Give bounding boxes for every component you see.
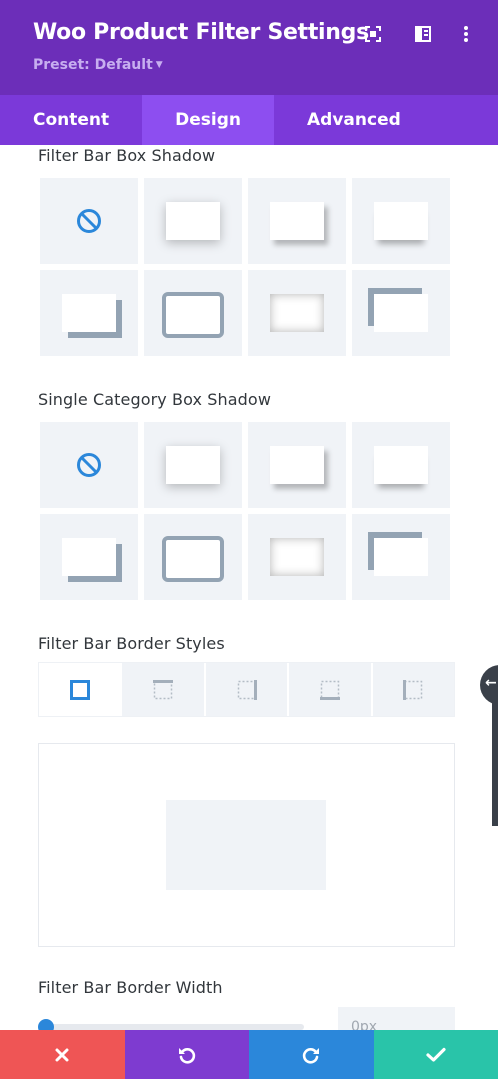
settings-panel: Filter Bar Box Shadow Single Category Bo… — [0, 145, 498, 1030]
border-right-icon — [237, 679, 257, 700]
shadow-option-4[interactable] — [40, 514, 138, 600]
shadow-option-5[interactable] — [144, 514, 242, 600]
border-preview-box — [166, 800, 326, 890]
save-button[interactable] — [373, 1030, 498, 1079]
tab-advanced[interactable]: Advanced — [274, 95, 434, 145]
preset-label: Preset: Default — [33, 57, 153, 73]
border-all-icon — [69, 679, 90, 700]
shadow-option-3[interactable] — [352, 422, 450, 508]
close-icon — [55, 1048, 69, 1061]
shadow-option-2[interactable] — [248, 178, 346, 264]
shadow-option-1[interactable] — [144, 422, 242, 508]
redo-icon — [303, 1047, 320, 1064]
border-width-slider-handle[interactable] — [38, 1019, 54, 1030]
shadow-option-3[interactable] — [352, 178, 450, 264]
border-width-input[interactable] — [338, 1007, 455, 1030]
split-view-icon[interactable] — [414, 25, 432, 43]
check-icon — [426, 1047, 446, 1062]
tab-content[interactable]: Content — [0, 95, 142, 145]
filter-bar-box-shadow-options — [40, 178, 452, 356]
scrollbar[interactable] — [492, 700, 498, 826]
preset-selector[interactable]: Preset: Default ▼ — [33, 57, 163, 73]
more-options-icon[interactable] — [457, 25, 475, 43]
action-footer — [0, 1030, 498, 1079]
no-shadow-icon — [77, 453, 101, 477]
panel-resize-handle[interactable]: ← — [480, 665, 498, 705]
shadow-option-4[interactable] — [40, 270, 138, 356]
single-category-box-shadow-options — [40, 422, 452, 600]
shadow-option-2[interactable] — [248, 422, 346, 508]
caret-down-icon: ▼ — [155, 60, 163, 70]
undo-button[interactable] — [124, 1030, 249, 1079]
single-category-box-shadow-label: Single Category Box Shadow — [38, 390, 272, 409]
filter-bar-border-width-label: Filter Bar Border Width — [38, 978, 223, 997]
border-bottom-icon — [319, 680, 340, 700]
shadow-option-7[interactable] — [352, 514, 450, 600]
border-side-tabs — [38, 662, 455, 717]
border-preview — [38, 743, 455, 947]
settings-tabs: Content Design Advanced — [0, 95, 498, 145]
redo-button[interactable] — [249, 1030, 374, 1079]
border-top-icon — [153, 679, 174, 699]
border-tab-right[interactable] — [203, 663, 288, 716]
shadow-option-5[interactable] — [144, 270, 242, 356]
border-tab-left[interactable] — [370, 663, 455, 716]
shadow-option-6[interactable] — [248, 514, 346, 600]
border-tab-bottom[interactable] — [287, 663, 371, 716]
filter-bar-box-shadow-label: Filter Bar Box Shadow — [38, 146, 216, 165]
shadow-option-7[interactable] — [352, 270, 450, 356]
no-shadow-icon — [77, 209, 101, 233]
modal-title: Woo Product Filter Settings — [33, 20, 369, 45]
shadow-option-1[interactable] — [144, 178, 242, 264]
cancel-button[interactable] — [0, 1030, 125, 1079]
fullscreen-icon[interactable] — [364, 25, 382, 43]
border-tab-all[interactable] — [39, 663, 121, 716]
filter-bar-border-styles-label: Filter Bar Border Styles — [38, 634, 225, 653]
settings-header: Woo Product Filter Settings Preset: Defa… — [0, 0, 498, 95]
shadow-option-none[interactable] — [40, 422, 138, 508]
shadow-option-none[interactable] — [40, 178, 138, 264]
arrow-left-icon: ← — [485, 675, 497, 691]
border-tab-top[interactable] — [120, 663, 204, 716]
tab-design[interactable]: Design — [142, 95, 275, 145]
border-left-icon — [403, 679, 423, 700]
undo-icon — [178, 1047, 195, 1064]
shadow-option-6[interactable] — [248, 270, 346, 356]
